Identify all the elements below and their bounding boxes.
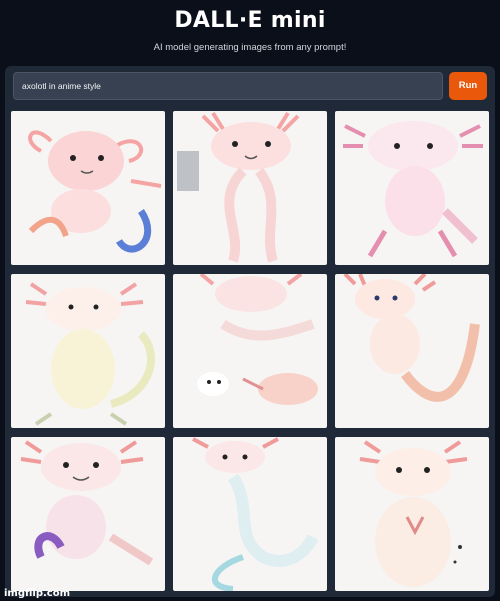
generated-image-8[interactable] bbox=[173, 437, 327, 591]
generated-image-9[interactable] bbox=[335, 437, 489, 591]
app-title: DALL·E mini bbox=[174, 8, 326, 33]
app-header: DALL·E mini AI model generating images f… bbox=[0, 0, 500, 53]
generated-image-3[interactable] bbox=[335, 111, 489, 265]
image-gallery bbox=[11, 111, 489, 591]
generated-image-7[interactable] bbox=[11, 437, 165, 591]
prompt-input[interactable]: axolotl in anime style bbox=[13, 72, 443, 100]
watermark: imgflip.com bbox=[4, 588, 71, 599]
generated-image-2[interactable] bbox=[173, 111, 327, 265]
generated-image-5[interactable] bbox=[173, 274, 327, 428]
generated-image-6[interactable] bbox=[335, 274, 489, 428]
generated-image-1[interactable] bbox=[11, 111, 165, 265]
generated-image-4[interactable] bbox=[11, 274, 165, 428]
run-button[interactable]: Run bbox=[449, 72, 487, 100]
generator-panel: axolotl in anime style Run bbox=[5, 66, 495, 597]
prompt-row: axolotl in anime style Run bbox=[13, 72, 487, 102]
app-subtitle: AI model generating images from any prom… bbox=[153, 42, 347, 53]
